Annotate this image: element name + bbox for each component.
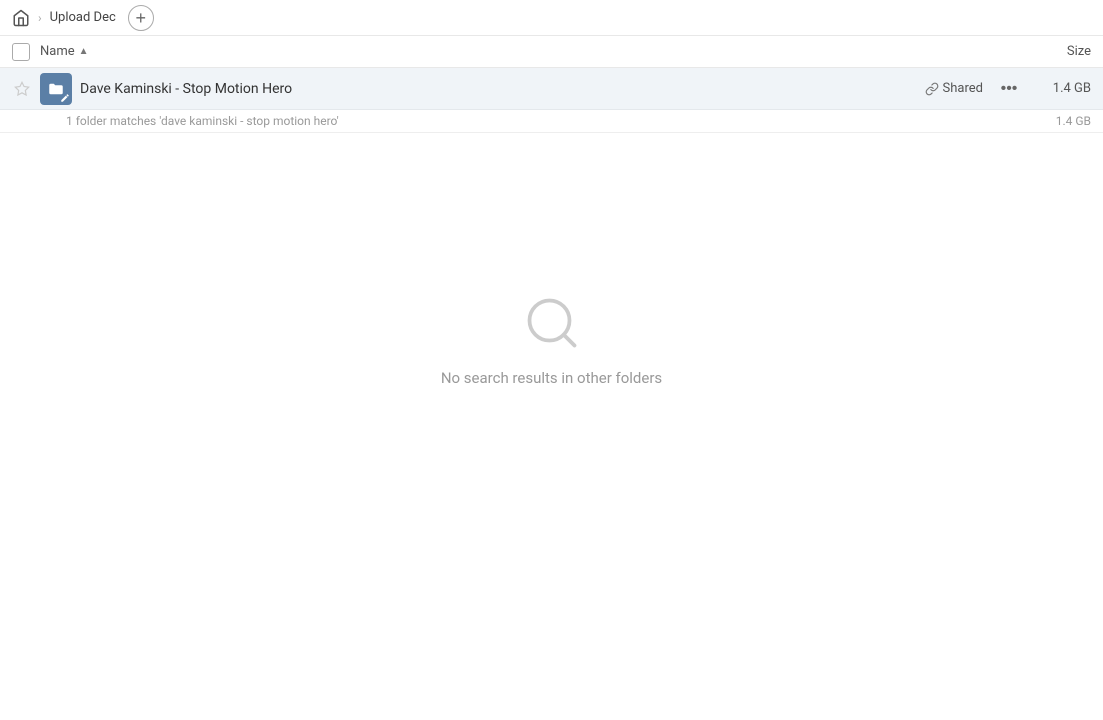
- file-name: Dave Kaminski - Stop Motion Hero: [80, 81, 925, 97]
- empty-message: No search results in other folders: [441, 369, 662, 387]
- more-icon: •••: [1001, 80, 1018, 98]
- breadcrumb-bar: › Upload Dec +: [0, 0, 1103, 36]
- file-size: 1.4 GB: [1031, 81, 1091, 96]
- more-options-button[interactable]: •••: [995, 75, 1023, 103]
- breadcrumb-separator: ›: [38, 11, 42, 25]
- shared-label: Shared: [943, 81, 983, 96]
- match-text: 1 folder matches 'dave kaminski - stop m…: [66, 114, 1031, 128]
- folder-icon: [40, 73, 72, 105]
- match-info-row: 1 folder matches 'dave kaminski - stop m…: [0, 110, 1103, 133]
- star-icon[interactable]: [12, 79, 32, 99]
- shared-badge: Shared: [925, 81, 983, 96]
- home-button[interactable]: [12, 9, 30, 27]
- home-icon: [12, 9, 30, 27]
- empty-state: No search results in other folders: [0, 293, 1103, 387]
- add-button[interactable]: +: [128, 5, 154, 31]
- select-all-checkbox[interactable]: [12, 43, 30, 61]
- file-row[interactable]: Dave Kaminski - Stop Motion Hero Shared …: [0, 68, 1103, 110]
- column-header: Name ▲ Size: [0, 36, 1103, 68]
- size-column-header: Size: [1011, 44, 1091, 59]
- name-column-header[interactable]: Name ▲: [40, 44, 1011, 59]
- sort-arrow-icon: ▲: [79, 46, 89, 57]
- breadcrumb-current: Upload Dec: [50, 10, 116, 25]
- match-size: 1.4 GB: [1031, 114, 1091, 128]
- empty-search-icon: [522, 293, 582, 353]
- name-column-label: Name: [40, 44, 75, 59]
- link-icon: [925, 82, 939, 96]
